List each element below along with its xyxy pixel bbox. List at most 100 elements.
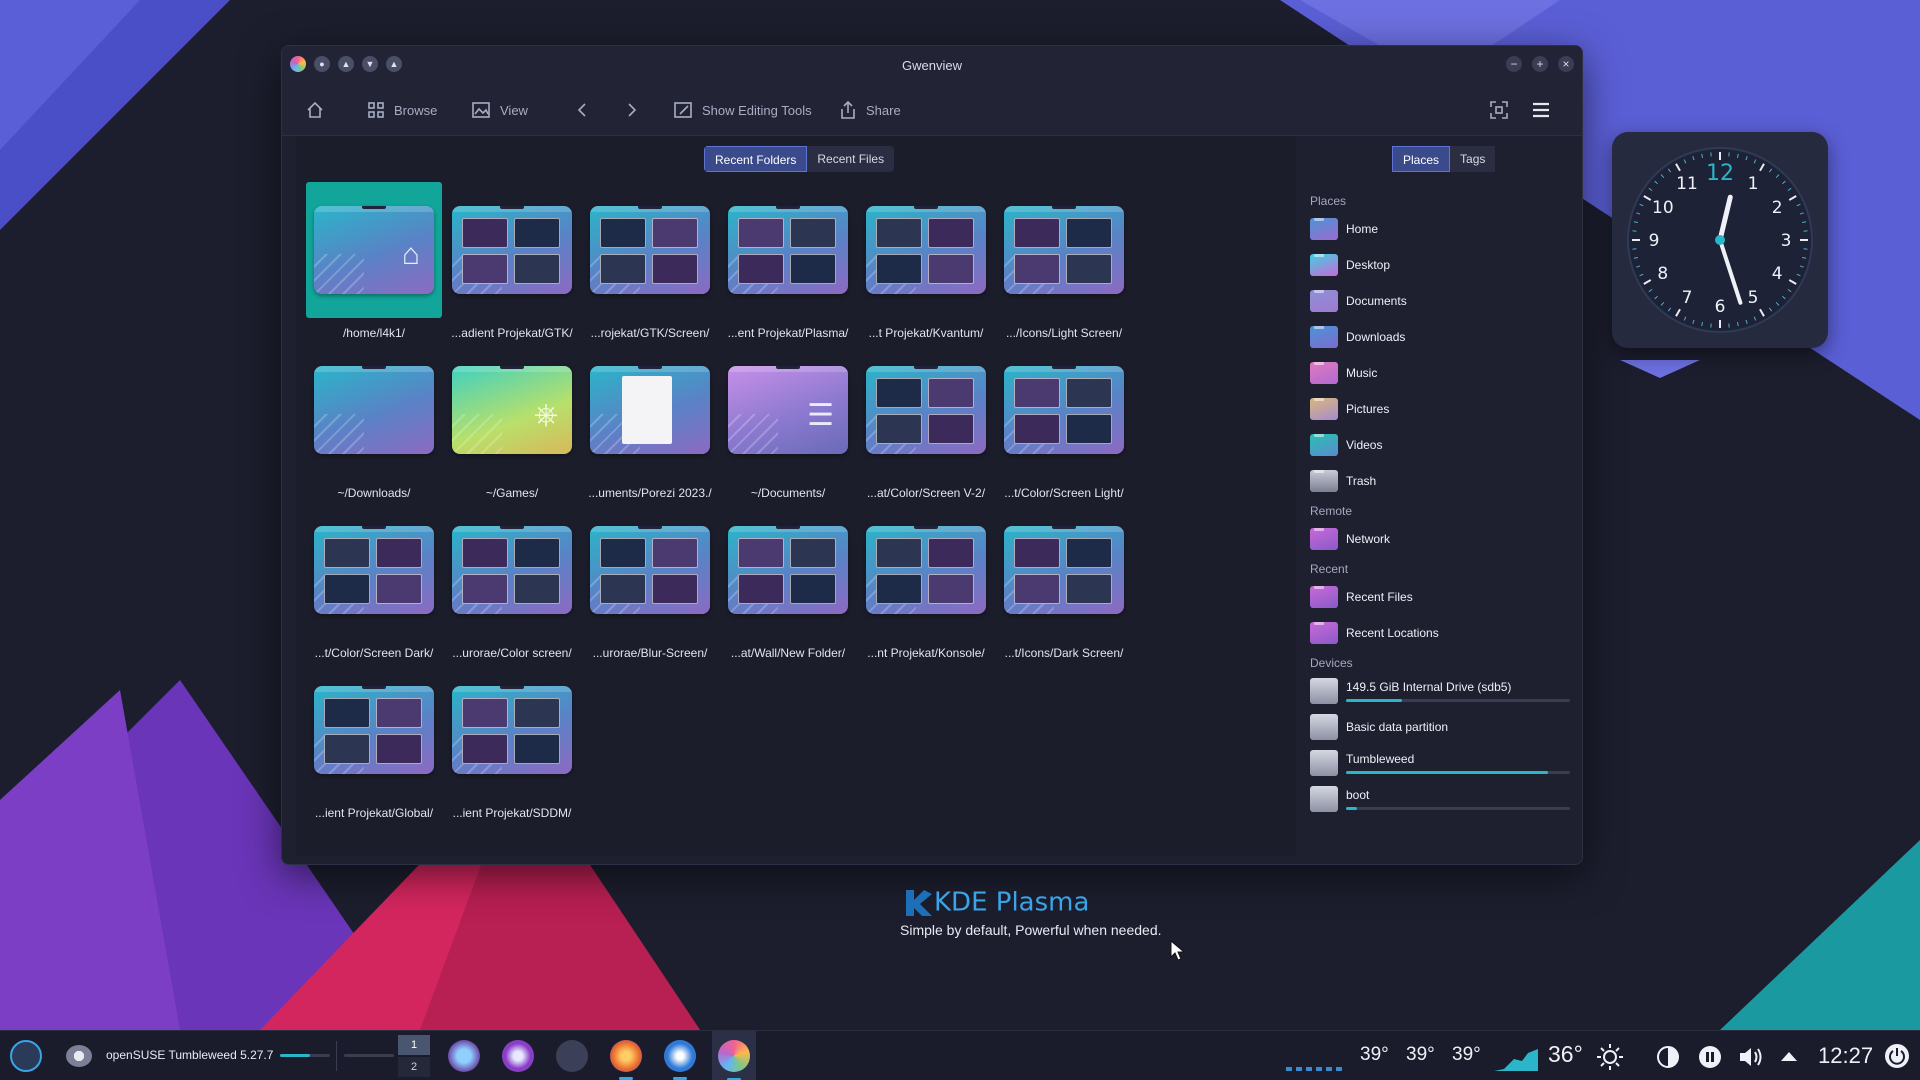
folder-tile[interactable]: ...urorae/Color screen/: [444, 502, 580, 662]
folder-tile[interactable]: ...at/Color/Screen V-2/: [858, 342, 994, 502]
sidebar-item-pictures[interactable]: Pictures: [1310, 396, 1389, 422]
power-icon[interactable]: [1884, 1043, 1910, 1069]
folder-label: ...nt Projekat/Konsole/: [867, 646, 985, 660]
folder-tile[interactable]: ...ient Projekat/SDDM/: [444, 662, 580, 822]
clock-face: 1234567891011 12: [1627, 147, 1813, 333]
media-pause-icon[interactable]: [1698, 1045, 1722, 1069]
browse-button[interactable]: Browse: [368, 98, 437, 122]
folder-tile[interactable]: ...t/Color/Screen Light/: [996, 342, 1132, 502]
folder-tile[interactable]: ...uments/Porezi 2023./: [582, 342, 718, 502]
digital-clock[interactable]: 12:27: [1818, 1043, 1873, 1069]
sidebar-item-recent-0[interactable]: Recent Files: [1310, 584, 1413, 610]
folder-label: ...at/Wall/New Folder/: [730, 646, 846, 660]
folder-tile[interactable]: ...t Projekat/Kvantum/: [858, 182, 994, 342]
close-button[interactable]: ×: [1558, 56, 1574, 72]
folder-tile[interactable]: ...nt Projekat/Konsole/: [858, 502, 994, 662]
screenshot-preview: [514, 218, 560, 248]
sidebar-item-recent-1[interactable]: Recent Locations: [1310, 620, 1439, 646]
system-settings-icon[interactable]: [448, 1040, 480, 1072]
sidebar-item-videos[interactable]: Videos: [1310, 432, 1382, 458]
analog-clock-widget[interactable]: 1 2 3 4 5 6 7 8 9 10 11 12: [1612, 132, 1828, 348]
screenshot-preview: [738, 218, 784, 248]
folder-icon: [866, 526, 986, 614]
screenshot-preview: [1066, 538, 1112, 568]
drive-usage-bar: [1346, 807, 1570, 810]
expand-tray-icon[interactable]: [1780, 1049, 1798, 1063]
screenshot-preview: [876, 218, 922, 248]
browse-label: Browse: [394, 102, 438, 118]
folder-icon: [314, 686, 434, 774]
folder-icon: [728, 526, 848, 614]
folder-icon: [1310, 362, 1338, 384]
sidebar-item-downloads[interactable]: Downloads: [1310, 324, 1405, 350]
desktop-1[interactable]: 1: [398, 1035, 430, 1055]
home-button[interactable]: [306, 98, 324, 122]
night-color-icon[interactable]: [1656, 1045, 1680, 1069]
weather-temperature[interactable]: 36°: [1548, 1041, 1583, 1068]
drive-usage-bar: [1346, 699, 1570, 702]
device-item[interactable]: boot: [1310, 786, 1572, 812]
sidebar-item-home[interactable]: Home: [1310, 216, 1378, 242]
firefox-icon[interactable]: [610, 1040, 642, 1080]
folder-icon: [590, 366, 710, 454]
fullscreen-button[interactable]: [1490, 98, 1508, 122]
folder-tile[interactable]: ...ient Projekat/Global/: [306, 662, 442, 822]
share-button[interactable]: Share: [840, 98, 901, 122]
device-item[interactable]: Tumbleweed: [1310, 750, 1572, 776]
sidebar-item-trash[interactable]: Trash: [1310, 468, 1376, 494]
folder-tile[interactable]: ⎈ ~/Games/: [444, 342, 580, 502]
view-button[interactable]: View: [472, 98, 528, 122]
folder-icon: [1310, 254, 1338, 276]
folder-tile[interactable]: ⌂ /home/l4k1/: [306, 182, 442, 342]
folder-tile[interactable]: ...rojekat/GTK/Screen/: [582, 182, 718, 342]
tab-recent-folders[interactable]: Recent Folders: [704, 146, 808, 172]
device-item[interactable]: Basic data partition: [1310, 714, 1572, 740]
folder-tile[interactable]: ...t/Icons/Dark Screen/: [996, 502, 1132, 662]
folder-tile[interactable]: ...adient Projekat/GTK/: [444, 182, 580, 342]
sidebar-item-network[interactable]: Network: [1310, 526, 1390, 552]
screenshot-preview: [376, 574, 422, 604]
screenshot-preview: [1066, 378, 1112, 408]
application-launcher-icon[interactable]: [10, 1040, 42, 1072]
screenshot-preview: [876, 378, 922, 408]
dolphin-file-manager-icon[interactable]: [664, 1040, 696, 1080]
gwenview-task-active[interactable]: [712, 1031, 756, 1080]
folder-tile[interactable]: ...ent Projekat/Plasma/: [720, 182, 856, 342]
minimize-button[interactable]: −: [1506, 56, 1522, 72]
sun-icon[interactable]: [1596, 1043, 1624, 1071]
place-label: Music: [1346, 366, 1378, 380]
screenshot-preview: [1066, 254, 1112, 284]
show-editing-tools-button[interactable]: Show Editing Tools: [674, 98, 812, 122]
volume-icon[interactable]: [1738, 1045, 1766, 1069]
previous-button[interactable]: [576, 98, 588, 122]
mixer-sliders-icon[interactable]: [556, 1040, 588, 1072]
maximize-button[interactable]: +: [1532, 56, 1548, 72]
sidebar-item-documents[interactable]: Documents: [1310, 288, 1407, 314]
folder-tile[interactable]: ~/Downloads/: [306, 342, 442, 502]
titlebar[interactable]: ● ▲ ▼ ▲ Gwenview − + ×: [282, 46, 1582, 84]
tab-recent-files[interactable]: Recent Files: [807, 146, 895, 172]
hamburger-menu-button[interactable]: [1532, 98, 1550, 122]
device-item[interactable]: 149.5 GiB Internal Drive (sdb5): [1310, 678, 1572, 704]
folder-tile[interactable]: ☰ ~/Documents/: [720, 342, 856, 502]
virtual-desktop-pager[interactable]: 1 2: [398, 1035, 430, 1077]
screenshot-preview: [738, 574, 784, 604]
desktop-2[interactable]: 2: [398, 1057, 430, 1077]
folder-tile[interactable]: .../Icons/Light Screen/: [996, 182, 1132, 342]
screenshot-preview: [738, 254, 784, 284]
folder-tile[interactable]: ...t/Color/Screen Dark/: [306, 502, 442, 662]
screenshot-preview: [1014, 538, 1060, 568]
hamburger-icon: [1533, 102, 1549, 118]
folder-tile[interactable]: ...at/Wall/New Folder/: [720, 502, 856, 662]
discover-shop-icon[interactable]: [502, 1040, 534, 1072]
next-button[interactable]: [626, 98, 638, 122]
sidebar-item-music[interactable]: Music: [1310, 360, 1377, 386]
screenshot-preview: [324, 698, 370, 728]
tab-places[interactable]: Places: [1392, 146, 1451, 172]
screenshot-preview: [1014, 574, 1060, 604]
sidebar-item-desktop[interactable]: Desktop: [1310, 252, 1390, 278]
window-title: Gwenview: [902, 58, 962, 73]
tab-tags[interactable]: Tags: [1450, 146, 1496, 172]
folder-tile[interactable]: ...urorae/Blur-Screen/: [582, 502, 718, 662]
cpu-temperature-3: 39°: [1452, 1044, 1481, 1065]
